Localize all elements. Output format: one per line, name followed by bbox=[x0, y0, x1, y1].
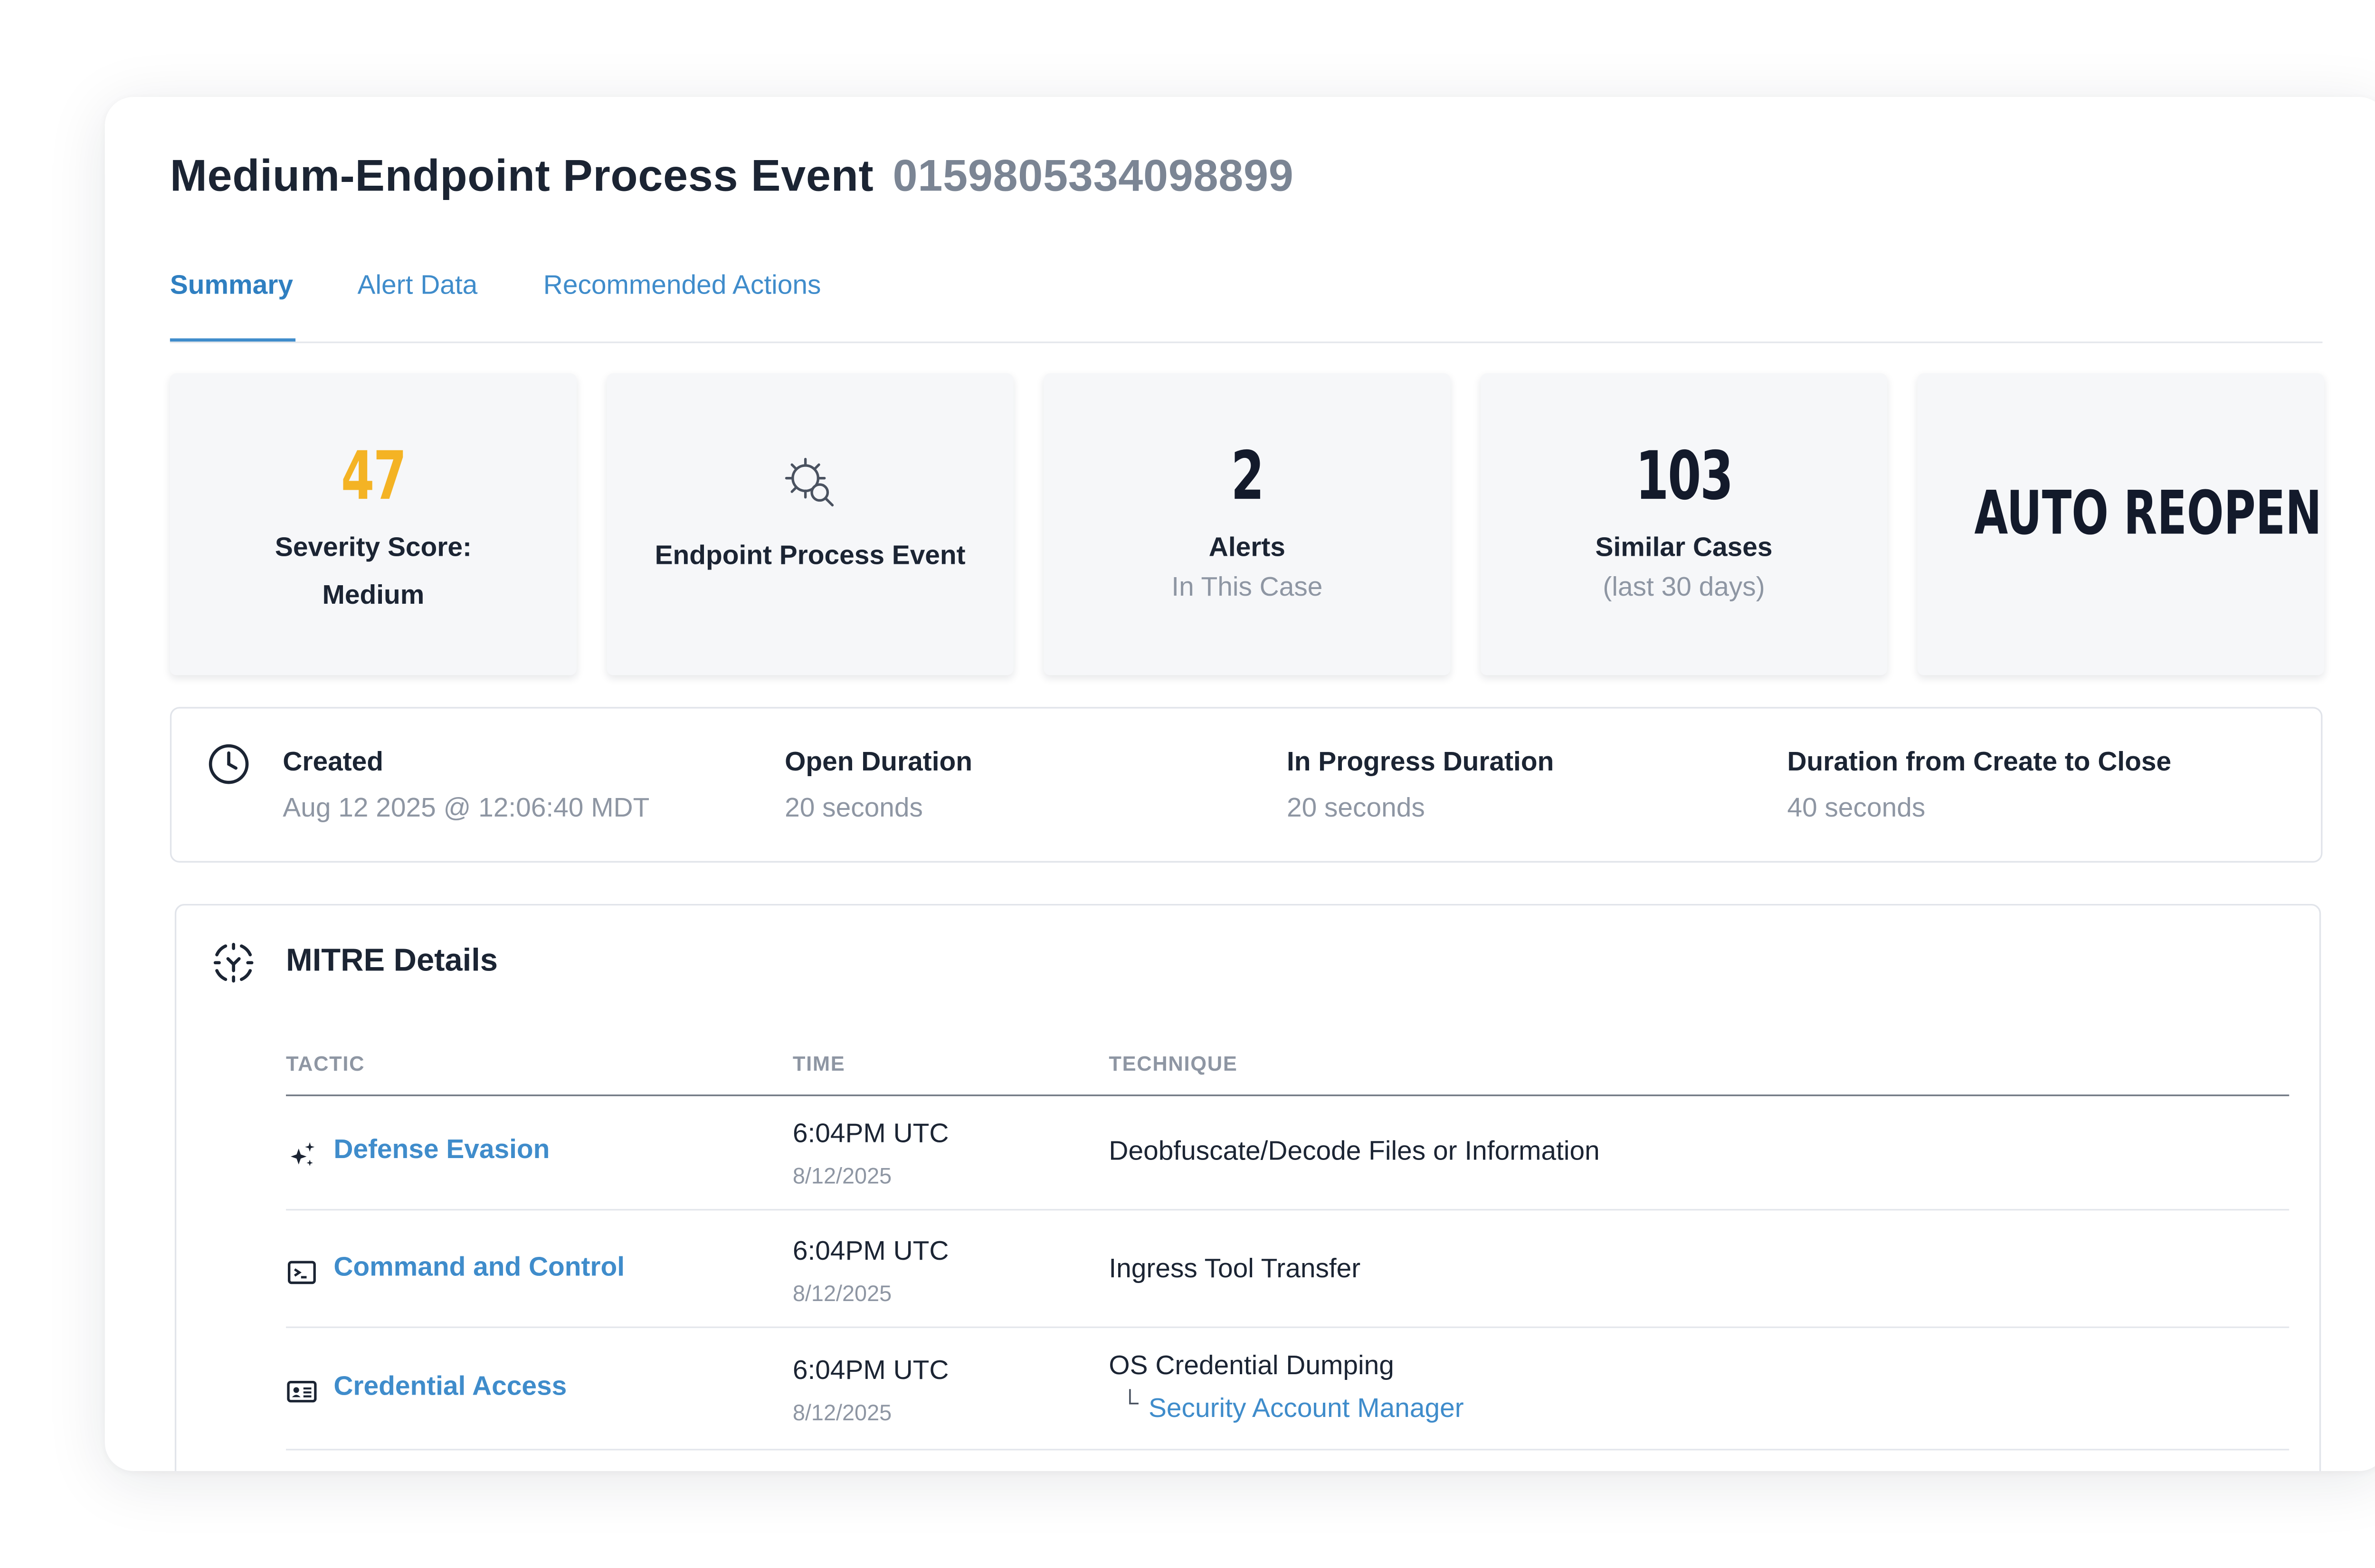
create-to-close-value: 40 seconds bbox=[1787, 792, 1926, 823]
tactic-link[interactable]: Command and Control bbox=[333, 1252, 625, 1283]
alerts-count: 2 bbox=[1231, 437, 1264, 515]
open-duration-label: Open Duration bbox=[785, 746, 972, 777]
tactic-link[interactable]: Defense Evasion bbox=[333, 1134, 550, 1166]
tab-recommended-actions[interactable]: Recommended Actions bbox=[543, 270, 821, 302]
technique-name: OS Credential Dumping bbox=[1109, 1350, 1394, 1381]
severity-score: 47 bbox=[341, 437, 407, 515]
alerts-sub: In This Case bbox=[1171, 571, 1323, 602]
event-type-card: Endpoint Process Event bbox=[607, 373, 1014, 675]
tactic-date: 8/12/2025 bbox=[792, 1280, 892, 1306]
severity-label: Severity Score: bbox=[275, 532, 472, 562]
tactic-link[interactable]: Credential Access bbox=[333, 1371, 567, 1403]
status-badge: AUTO REOPEN bbox=[1974, 478, 2322, 548]
mitre-target-icon bbox=[213, 942, 254, 983]
subtechnique-branch-icon: └ bbox=[1121, 1390, 1139, 1417]
col-header-tactic: TACTIC bbox=[285, 1051, 365, 1076]
status-card: AUTO REOPEN bbox=[1917, 373, 2324, 675]
col-header-technique: TECHNIQUE bbox=[1109, 1051, 1238, 1076]
id-card-icon bbox=[287, 1380, 317, 1403]
tactic-time: 6:04PM UTC bbox=[792, 1235, 949, 1266]
virus-search-icon bbox=[785, 457, 834, 507]
technique-name: Deobfuscate/Decode Files or Information bbox=[1109, 1136, 1600, 1166]
tab-summary[interactable]: Summary bbox=[170, 270, 293, 302]
severity-card: 47 Severity Score: Medium bbox=[170, 373, 577, 675]
row-divider bbox=[285, 1326, 2290, 1328]
sparkles-icon bbox=[291, 1142, 315, 1166]
open-duration-value: 20 seconds bbox=[785, 792, 923, 823]
tactic-time: 6:04PM UTC bbox=[792, 1118, 949, 1149]
tactic-time: 6:04PM UTC bbox=[792, 1355, 949, 1386]
row-divider bbox=[285, 1449, 2290, 1451]
terminal-icon bbox=[288, 1261, 316, 1284]
similar-cases-label: Similar Cases bbox=[1595, 532, 1773, 562]
table-header-divider bbox=[285, 1094, 2290, 1096]
event-type-label: Endpoint Process Event bbox=[655, 540, 966, 570]
created-value: Aug 12 2025 @ 12:06:40 MDT bbox=[283, 792, 650, 823]
alerts-card: 2 Alerts In This Case bbox=[1044, 373, 1451, 675]
col-header-time: TIME bbox=[792, 1051, 846, 1076]
in-progress-duration-value: 20 seconds bbox=[1286, 792, 1425, 823]
tab-bar: Summary Alert Data Recommended Actions bbox=[170, 266, 2323, 343]
row-divider bbox=[285, 1209, 2290, 1211]
technique-name: Ingress Tool Transfer bbox=[1109, 1253, 1361, 1284]
tactic-date: 8/12/2025 bbox=[792, 1399, 892, 1425]
similar-cases-sub: (last 30 days) bbox=[1603, 571, 1765, 602]
page-title: Medium-Endpoint Process Event 01598053340… bbox=[170, 151, 1294, 202]
case-id: 0159805334098899 bbox=[893, 151, 1294, 200]
tactic-date: 8/12/2025 bbox=[792, 1163, 892, 1188]
case-detail-panel: Medium-Endpoint Process Event 01598053340… bbox=[104, 97, 2375, 1471]
case-timeline: Created Aug 12 2025 @ 12:06:40 MDT Open … bbox=[170, 707, 2323, 863]
alerts-label: Alerts bbox=[1208, 532, 1285, 562]
in-progress-duration-label: In Progress Duration bbox=[1286, 746, 1554, 777]
active-tab-indicator bbox=[170, 338, 296, 342]
clock-icon bbox=[209, 744, 249, 784]
created-label: Created bbox=[283, 746, 384, 777]
mitre-details-section: MITRE Details TACTIC TIME TECHNIQUE Defe… bbox=[174, 903, 2321, 1471]
subtechnique-link[interactable]: Security Account Manager bbox=[1149, 1393, 1464, 1425]
similar-cases-card: 103 Similar Cases (last 30 days) bbox=[1480, 373, 1888, 675]
similar-cases-count: 103 bbox=[1635, 437, 1733, 515]
severity-level: Medium bbox=[322, 580, 425, 610]
stage: Medium-Endpoint Process Event 01598053340… bbox=[0, 0, 2375, 1568]
case-title: Medium-Endpoint Process Event bbox=[170, 151, 874, 200]
mitre-details-title: MITRE Details bbox=[285, 943, 498, 979]
tab-alert-data[interactable]: Alert Data bbox=[357, 270, 477, 302]
create-to-close-label: Duration from Create to Close bbox=[1787, 746, 2172, 777]
